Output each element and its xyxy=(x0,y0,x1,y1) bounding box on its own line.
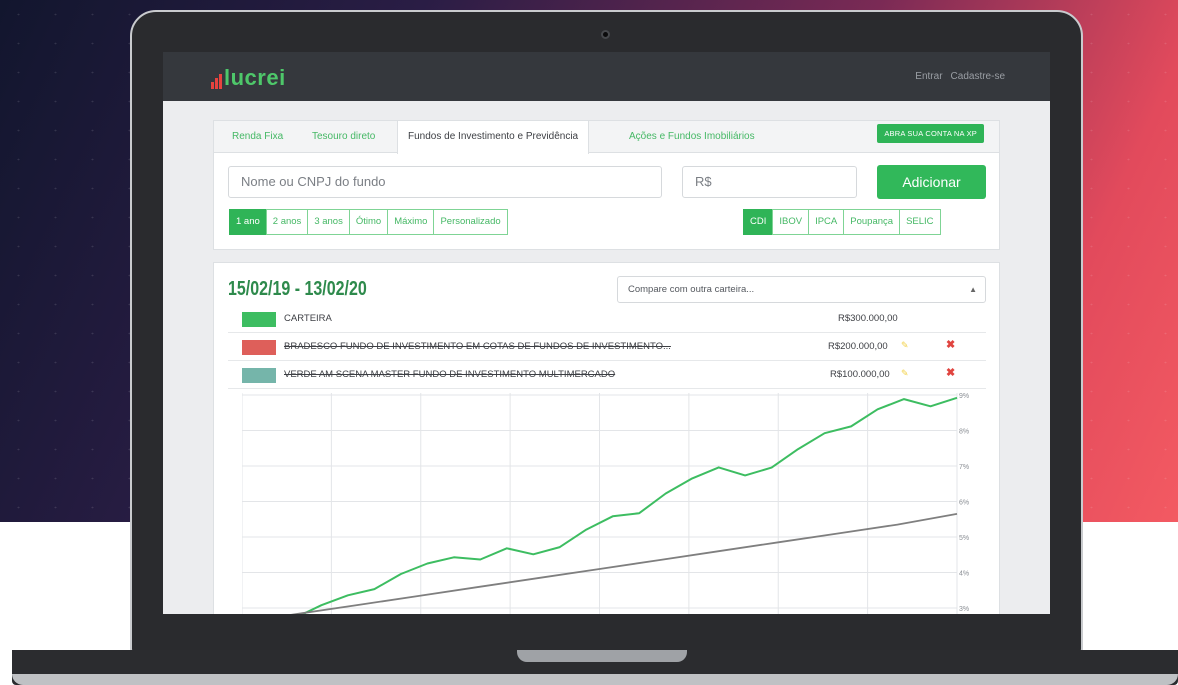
benchmark-selector: CDI IBOV IPCA Poupança SELIC xyxy=(743,209,941,235)
fund-amount[interactable]: R$100.000,00 xyxy=(830,369,890,380)
benchmark-ibov[interactable]: IBOV xyxy=(772,209,810,235)
select-caret-icon: ▲ xyxy=(969,285,977,294)
performance-chart: 9% 8% 7% 6% 5% 4% 3% xyxy=(242,393,972,614)
remove-icon[interactable]: ✖ xyxy=(946,338,955,351)
brand-logo[interactable]: lucrei xyxy=(211,65,286,89)
fund-amount[interactable]: R$200.000,00 xyxy=(828,341,888,352)
fund-name: VERDE AM SCENA MASTER FUNDO DE INVESTIME… xyxy=(284,369,616,380)
fund-row: BRADESCO FUNDO DE INVESTIMENTO EM COTAS … xyxy=(228,333,986,361)
series-swatch-carteira xyxy=(242,312,276,327)
search-panel: Renda Fixa Tesouro direto Fundos de Inve… xyxy=(213,120,1000,250)
webcam-icon xyxy=(601,30,610,39)
remove-icon[interactable]: ✖ xyxy=(946,366,955,379)
period-2-anos[interactable]: 2 anos xyxy=(265,209,309,235)
period-selector: 1 ano 2 anos 3 anos Ótimo Máximo Persona… xyxy=(229,209,508,235)
add-button[interactable]: Adicionar xyxy=(877,165,986,199)
compare-placeholder: Compare com outra carteira... xyxy=(628,284,755,295)
period-1-ano[interactable]: 1 ano xyxy=(229,209,267,235)
date-range-title: 15/02/19 - 13/02/20 xyxy=(228,278,367,300)
bar-chart-icon xyxy=(211,69,222,89)
period-otimo[interactable]: Ótimo xyxy=(348,209,389,235)
fund-name: BRADESCO FUNDO DE INVESTIMENTO EM COTAS … xyxy=(284,341,671,352)
tab-tesouro-direto[interactable]: Tesouro direto xyxy=(302,121,385,153)
benchmark-selic[interactable]: SELIC xyxy=(899,209,941,235)
portfolio-row: CARTEIRA R$300.000,00 xyxy=(228,305,986,333)
y-tick-label: 8% xyxy=(959,429,969,436)
compare-portfolio-select[interactable]: Compare com outra carteira... ▲ xyxy=(617,276,986,303)
benchmark-ipca[interactable]: IPCA xyxy=(808,209,845,235)
period-3-anos[interactable]: 3 anos xyxy=(307,209,350,235)
amount-input[interactable]: R$ xyxy=(682,166,857,198)
series-swatch-verde xyxy=(242,368,276,383)
portfolio-name: CARTEIRA xyxy=(284,313,332,324)
laptop-screen: lucrei Entrar Cadastre-se Renda Fixa Tes… xyxy=(163,52,1050,614)
fund-row: VERDE AM SCENA MASTER FUNDO DE INVESTIME… xyxy=(228,361,986,389)
benchmark-cdi[interactable]: CDI xyxy=(743,209,774,235)
open-xp-account-button[interactable]: ABRA SUA CONTA NA XP xyxy=(877,124,984,143)
y-tick-label: 4% xyxy=(959,571,969,578)
benchmark-poupanca[interactable]: Poupança xyxy=(843,209,901,235)
tab-renda-fixa[interactable]: Renda Fixa xyxy=(222,121,293,153)
y-tick-label: 5% xyxy=(959,535,969,542)
portfolio-amount: R$300.000,00 xyxy=(838,313,898,324)
asset-tabs: Renda Fixa Tesouro direto Fundos de Inve… xyxy=(214,121,999,154)
edit-pencil-icon[interactable]: ✎ xyxy=(901,368,909,379)
fund-search-input[interactable]: Nome ou CNPJ do fundo xyxy=(228,166,662,198)
performance-chart-svg: 9% 8% 7% 6% 5% 4% 3% xyxy=(242,393,969,614)
laptop-notch xyxy=(517,650,687,662)
y-tick-label: 3% xyxy=(959,606,969,613)
tab-fundos[interactable]: Fundos de Investimento e Previdência xyxy=(397,121,590,154)
tab-acoes[interactable]: Ações e Fundos Imobiliários xyxy=(619,121,765,153)
period-personalizado[interactable]: Personalizado xyxy=(433,209,508,235)
login-link[interactable]: Entrar xyxy=(915,71,942,82)
y-tick-label: 7% xyxy=(959,464,969,471)
y-tick-label: 9% xyxy=(959,393,969,400)
laptop-base-edge xyxy=(12,674,1178,685)
signup-link[interactable]: Cadastre-se xyxy=(951,71,1005,82)
series-swatch-bradesco xyxy=(242,340,276,355)
y-tick-label: 6% xyxy=(959,500,969,507)
brand-name: lucrei xyxy=(224,65,286,90)
edit-pencil-icon[interactable]: ✎ xyxy=(901,340,909,351)
top-navbar: lucrei Entrar Cadastre-se xyxy=(163,52,1050,101)
period-maximo[interactable]: Máximo xyxy=(387,209,435,235)
results-panel: 15/02/19 - 13/02/20 Compare com outra ca… xyxy=(213,262,1000,614)
auth-links: Entrar Cadastre-se xyxy=(915,71,1005,82)
